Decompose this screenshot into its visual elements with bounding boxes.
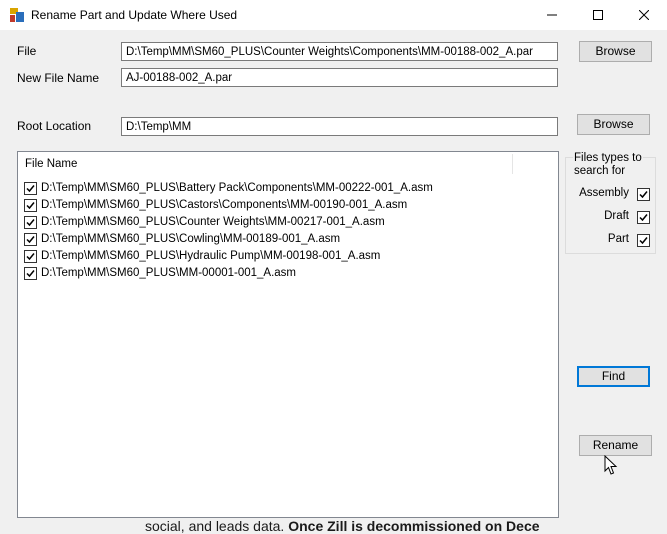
file-type-assembly-checkbox[interactable] xyxy=(637,188,650,201)
root-location-label: Root Location xyxy=(17,119,92,133)
title-bar: Rename Part and Update Where Used xyxy=(0,0,667,30)
background-text: social, and leads data. Once Zill is dec… xyxy=(145,518,540,534)
file-type-part-label: Part xyxy=(607,233,629,245)
row-file-path: D:\Temp\MM\SM60_PLUS\Hydraulic Pump\MM-0… xyxy=(41,250,381,262)
row-file-path: D:\Temp\MM\SM60_PLUS\Counter Weights\MM-… xyxy=(41,216,385,228)
row-checkbox[interactable] xyxy=(24,216,37,229)
root-location-field[interactable]: D:\Temp\MM xyxy=(121,117,558,136)
browse-file-button[interactable]: Browse xyxy=(579,41,652,62)
minimize-icon xyxy=(547,14,557,16)
rename-button[interactable]: Rename xyxy=(579,435,652,456)
file-type-draft-label: Draft xyxy=(604,210,629,222)
close-button[interactable] xyxy=(621,0,667,30)
minimize-button[interactable] xyxy=(529,0,575,30)
file-type-assembly-label: Assembly xyxy=(579,187,629,199)
file-type-draft-checkbox[interactable] xyxy=(637,211,650,224)
file-list[interactable]: File Name D:\Temp\MM\SM60_PLUS\Battery P… xyxy=(17,151,559,518)
row-checkbox[interactable] xyxy=(24,233,37,246)
maximize-button[interactable] xyxy=(575,0,621,30)
row-checkbox[interactable] xyxy=(24,182,37,195)
new-file-name-label: New File Name xyxy=(17,71,100,85)
row-file-path: D:\Temp\MM\SM60_PLUS\Castors\Components\… xyxy=(41,199,408,211)
file-type-part-checkbox[interactable] xyxy=(637,234,650,247)
find-button[interactable]: Find xyxy=(577,366,650,387)
file-list-header[interactable]: File Name xyxy=(18,152,558,176)
checkmark-icon xyxy=(26,185,35,193)
mouse-cursor-icon xyxy=(604,455,618,475)
window-title: Rename Part and Update Where Used xyxy=(31,8,238,22)
row-checkbox[interactable] xyxy=(24,199,37,212)
checkmark-icon xyxy=(26,253,35,261)
row-file-path: D:\Temp\MM\SM60_PLUS\Battery Pack\Compon… xyxy=(41,182,433,194)
checkmark-icon xyxy=(639,191,648,199)
row-file-path: D:\Temp\MM\SM60_PLUS\Cowling\MM-00189-00… xyxy=(41,233,341,245)
checkmark-icon xyxy=(26,236,35,244)
file-types-caption-line1: Files types to xyxy=(574,152,642,164)
file-label: File xyxy=(17,44,37,58)
new-file-name-field[interactable]: AJ-00188-002_A.par xyxy=(121,68,558,87)
background-text-part1: social, and leads data. xyxy=(145,518,285,534)
checkmark-icon xyxy=(26,270,35,278)
browse-root-button[interactable]: Browse xyxy=(577,114,650,135)
row-checkbox[interactable] xyxy=(24,250,37,263)
close-icon xyxy=(639,10,649,20)
file-types-caption: Files types to search for xyxy=(573,152,643,178)
checkmark-icon xyxy=(639,237,648,245)
row-checkbox[interactable] xyxy=(24,267,37,280)
maximize-icon xyxy=(593,10,603,20)
checkmark-icon xyxy=(639,214,648,222)
file-name-column-header[interactable]: File Name xyxy=(25,158,77,170)
row-file-path: D:\Temp\MM\SM60_PLUS\MM-00001-001_A.asm xyxy=(41,267,297,279)
checkmark-icon xyxy=(26,219,35,227)
file-path-field[interactable]: D:\Temp\MM\SM60_PLUS\Counter Weights\Com… xyxy=(121,42,558,61)
background-text-part2: Once Zill is decommissioned on Dece xyxy=(288,518,540,534)
app-icon xyxy=(10,8,24,22)
column-separator[interactable] xyxy=(512,154,513,174)
file-types-caption-line2: search for xyxy=(574,165,626,177)
checkmark-icon xyxy=(26,202,35,210)
